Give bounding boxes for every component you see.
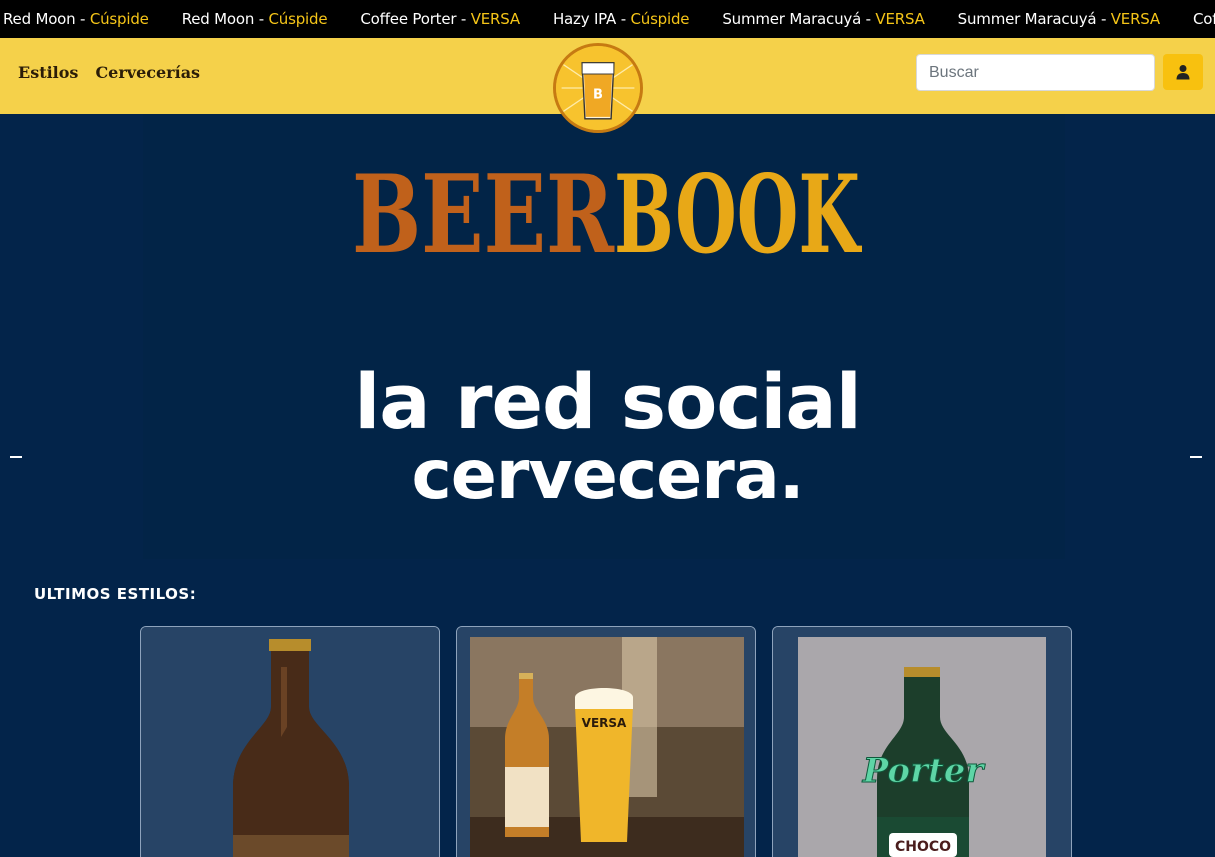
- card-porter-label: Porter: [862, 751, 986, 791]
- style-card-1[interactable]: [140, 626, 440, 857]
- ticker-beer-name: Summer Maracuyá: [722, 10, 862, 28]
- nav-link-cervecerias[interactable]: Cervecerías: [95, 63, 200, 82]
- ticker-separator: -: [616, 10, 631, 28]
- tagline-line2: cervecera.: [411, 436, 804, 515]
- ticker-separator: -: [861, 10, 876, 28]
- card-choco-label: CHOCO: [895, 839, 951, 855]
- user-icon: [1176, 65, 1190, 80]
- section-title: ULTIMOS ESTILOS:: [34, 585, 197, 603]
- beer-glass-icon: B: [556, 46, 640, 130]
- brand-part1: BEER: [352, 170, 615, 265]
- user-button[interactable]: [1163, 54, 1203, 90]
- ticker-beer-name: Red Moon: [181, 10, 255, 28]
- search-input[interactable]: [916, 54, 1155, 91]
- ticker-separator: -: [1096, 10, 1111, 28]
- brand-part2: BOOK: [614, 170, 862, 265]
- nav-link-estilos[interactable]: Estilos: [18, 63, 78, 82]
- ticker-separator: -: [254, 10, 269, 28]
- ticker-item[interactable]: Red Moon - Cúspide: [3, 10, 149, 28]
- choco-porter-bottle-image: Porter CHOCO: [773, 627, 1071, 857]
- ticker-bar: Red Moon - Cúspide Red Moon - Cúspide Coff…: [0, 0, 1215, 38]
- ticker-beer-name: Coffee Porter: [1192, 10, 1215, 28]
- ticker-brewery-name: VERSA: [875, 10, 925, 28]
- ticker-item[interactable]: Summer Maracuyá - VERSA: [722, 10, 925, 28]
- dark-beer-bottle-image: [141, 627, 439, 857]
- svg-text:VERSA: VERSA: [582, 716, 627, 730]
- site-logo[interactable]: B: [553, 43, 643, 133]
- ticker-beer-name: Coffee Porter: [360, 10, 457, 28]
- ticker-item[interactable]: Coffee Porter - VERSA: [360, 10, 520, 28]
- style-card-3[interactable]: Porter CHOCO: [772, 626, 1072, 857]
- ticker-brewery-name: VERSA: [1110, 10, 1160, 28]
- ticker-beer-name: Summer Maracuyá: [957, 10, 1097, 28]
- ticker-item[interactable]: Coffee Porter - VERSA: [1193, 10, 1215, 28]
- ticker-track: Red Moon - Cúspide Red Moon - Cúspide Coff…: [3, 0, 1215, 38]
- hero-tagline: la red social cervecera.: [340, 362, 875, 516]
- ticker-item[interactable]: Red Moon - Cúspide: [182, 10, 328, 28]
- style-card-2[interactable]: VERSA: [456, 626, 756, 857]
- tagline-line1: la red social: [354, 357, 862, 446]
- carousel-prev-button[interactable]: [10, 456, 22, 458]
- ticker-brewery-name: Cúspide: [89, 10, 149, 28]
- beerbook-wordmark: BEER BOOK: [352, 170, 862, 265]
- ticker-beer-name: Red Moon: [3, 10, 76, 28]
- carousel-next-button[interactable]: [1190, 456, 1202, 458]
- svg-text:B: B: [593, 87, 603, 102]
- versa-bottle-and-glass-image: VERSA: [457, 627, 755, 857]
- ticker-brewery-name: VERSA: [470, 10, 520, 28]
- ticker-separator: -: [456, 10, 471, 28]
- main-nav: Estilos Cervecerías: [18, 63, 200, 82]
- ticker-separator: -: [75, 10, 90, 28]
- ticker-brewery-name: Cúspide: [630, 10, 690, 28]
- ticker-item[interactable]: Summer Maracuyá - VERSA: [957, 10, 1161, 28]
- ticker-brewery-name: Cúspide: [268, 10, 328, 28]
- ticker-item[interactable]: Hazy IPA - Cúspide: [552, 10, 690, 28]
- ticker-beer-name: Hazy IPA: [552, 10, 617, 28]
